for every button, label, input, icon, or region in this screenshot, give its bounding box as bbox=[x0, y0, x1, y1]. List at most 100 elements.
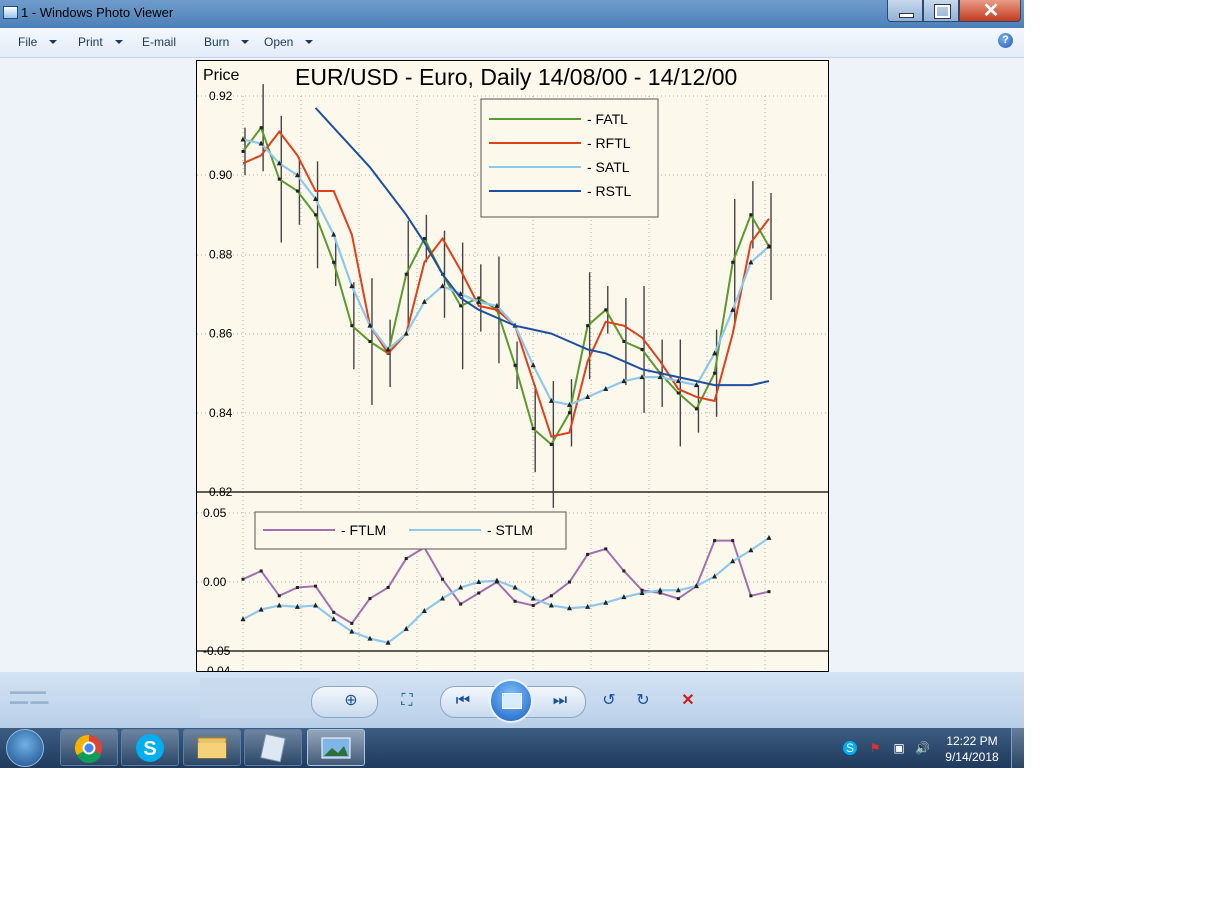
series-point-fatl bbox=[549, 442, 553, 446]
chevron-down-icon bbox=[241, 40, 250, 44]
y-tick-label: 0.92 bbox=[209, 89, 233, 103]
series-point-fatl bbox=[277, 177, 281, 181]
y-tick-label: 0.05 bbox=[203, 506, 227, 520]
series-point-ftlm bbox=[404, 557, 408, 561]
y-tick-label: 0.00 bbox=[203, 575, 227, 589]
rotate-counterclockwise-icon[interactable]: ↺ bbox=[596, 688, 622, 714]
maximize-button[interactable] bbox=[923, 0, 959, 22]
legend-label: - FATL bbox=[587, 111, 628, 127]
email-menu-label: E-mail bbox=[142, 35, 177, 49]
series-point-fatl bbox=[567, 411, 571, 415]
slideshow-icon bbox=[502, 693, 522, 709]
chevron-down-icon bbox=[114, 40, 123, 44]
series-point-fatl bbox=[368, 340, 372, 344]
file-menu[interactable]: File bbox=[18, 35, 58, 49]
legend-label: - SATL bbox=[587, 159, 630, 175]
slideshow-button[interactable] bbox=[489, 679, 533, 723]
series-point-fatl bbox=[676, 391, 680, 395]
series-point-fatl bbox=[259, 126, 263, 130]
series-point-ftlm bbox=[368, 597, 372, 601]
series-point-ftlm bbox=[277, 594, 281, 598]
series-point-ftlm bbox=[749, 594, 753, 598]
series-point-ftlm bbox=[676, 597, 680, 601]
y-tick-label: 0.84 bbox=[209, 406, 233, 420]
delete-icon[interactable]: ✕ bbox=[675, 688, 701, 714]
chevron-down-icon bbox=[305, 40, 314, 44]
system-clock[interactable]: 12:22 PM 9/14/2018 bbox=[937, 733, 1007, 765]
blurred-thumbnail bbox=[200, 678, 320, 718]
taskbar: S S ⚑ ▣ 🔊 12:22 PM 9/14/2018 bbox=[0, 728, 1025, 768]
skype-tray-icon[interactable]: S bbox=[843, 741, 857, 755]
y-axis-label: Price bbox=[203, 67, 240, 84]
explorer-taskbar-button[interactable] bbox=[183, 729, 241, 766]
next-icon[interactable]: ⏭ bbox=[547, 688, 573, 714]
series-point-fatl bbox=[713, 371, 717, 375]
open-menu-label: Open bbox=[264, 35, 294, 49]
notepad-icon bbox=[260, 733, 286, 763]
window-title: 1 - Windows Photo Viewer bbox=[21, 5, 174, 20]
chart-title: EUR/USD - Euro, Daily 14/08/00 - 14/12/0… bbox=[295, 64, 737, 90]
y-tick-label: 0.82 bbox=[209, 485, 233, 499]
legend-label: - FTLM bbox=[341, 522, 386, 538]
photo-viewer-window: 1 - Windows Photo Viewer ✕ File Print E-… bbox=[0, 0, 1024, 672]
chrome-icon bbox=[74, 734, 102, 763]
action-center-flag-icon[interactable]: ⚑ bbox=[868, 741, 882, 755]
photo-viewer-icon bbox=[321, 737, 351, 759]
close-button[interactable]: ✕ bbox=[959, 0, 1021, 22]
title-bar[interactable]: 1 - Windows Photo Viewer ✕ bbox=[0, 0, 1024, 28]
series-point-ftlm bbox=[604, 547, 608, 551]
notepad-taskbar-button[interactable] bbox=[244, 729, 302, 766]
actual-size-icon[interactable]: ⛶ bbox=[394, 688, 420, 714]
displayed-photo: Price EUR/USD - Euro, Daily 14/08/00 - 1… bbox=[196, 60, 829, 672]
clock-time: 12:22 PM bbox=[946, 734, 998, 748]
series-point-ftlm bbox=[314, 584, 318, 588]
help-icon[interactable]: ? bbox=[998, 33, 1013, 48]
rotate-clockwise-icon[interactable]: ↻ bbox=[630, 688, 656, 714]
restore-icon bbox=[934, 4, 951, 19]
burn-menu[interactable]: Burn bbox=[204, 35, 250, 49]
series-point-fatl bbox=[404, 272, 408, 276]
legend-label: - RSTL bbox=[587, 183, 632, 199]
series-point-ftlm bbox=[241, 577, 245, 581]
series-point-ftlm bbox=[259, 569, 263, 573]
eurusd-chart: Price EUR/USD - Euro, Daily 14/08/00 - 1… bbox=[197, 61, 828, 671]
series-point-fatl bbox=[531, 427, 535, 431]
show-desktop-button[interactable] bbox=[1011, 728, 1025, 768]
series-point-ftlm bbox=[350, 621, 354, 625]
series-point-ftlm bbox=[477, 591, 481, 595]
volume-icon[interactable]: 🔊 bbox=[915, 741, 930, 755]
series-point-ftlm bbox=[622, 569, 626, 573]
skype-taskbar-button[interactable]: S bbox=[121, 729, 179, 766]
series-point-ftlm bbox=[459, 602, 463, 606]
series-point-ftlm bbox=[531, 603, 535, 607]
minimize-button[interactable] bbox=[887, 0, 923, 22]
minimize-icon bbox=[899, 13, 914, 18]
close-icon: ✕ bbox=[982, 0, 1000, 22]
series-point-fatl bbox=[749, 213, 753, 217]
legend-box bbox=[480, 98, 659, 218]
series-point-fatl bbox=[513, 363, 517, 367]
y-tick-label: 0.86 bbox=[209, 327, 233, 341]
series-point-fatl bbox=[332, 260, 336, 264]
series-point-ftlm bbox=[767, 590, 771, 594]
photo-viewer-taskbar-button[interactable] bbox=[307, 729, 365, 766]
open-menu[interactable]: Open bbox=[264, 35, 314, 49]
legend-label: - RFTL bbox=[587, 135, 631, 151]
photo-viewer-icon bbox=[3, 6, 18, 19]
email-menu[interactable]: E-mail bbox=[142, 35, 176, 49]
network-icon[interactable]: ▣ bbox=[892, 741, 906, 755]
chrome-taskbar-button[interactable] bbox=[60, 729, 118, 766]
y-tick-label: 0.88 bbox=[209, 247, 233, 261]
zoom-icon[interactable]: ⊕ bbox=[338, 688, 364, 714]
series-point-ftlm bbox=[332, 610, 336, 614]
series-point-ftlm bbox=[386, 586, 390, 590]
svg-text:S: S bbox=[143, 738, 156, 760]
print-menu[interactable]: Print bbox=[78, 35, 123, 49]
y-tick-label: -0.05 bbox=[203, 644, 231, 658]
series-point-ftlm bbox=[586, 552, 590, 556]
burn-menu-label: Burn bbox=[204, 35, 230, 49]
clock-date: 9/14/2018 bbox=[945, 750, 999, 764]
series-point-ftlm bbox=[295, 586, 299, 590]
start-button[interactable] bbox=[6, 729, 44, 767]
previous-icon[interactable]: ⏮ bbox=[450, 688, 476, 714]
